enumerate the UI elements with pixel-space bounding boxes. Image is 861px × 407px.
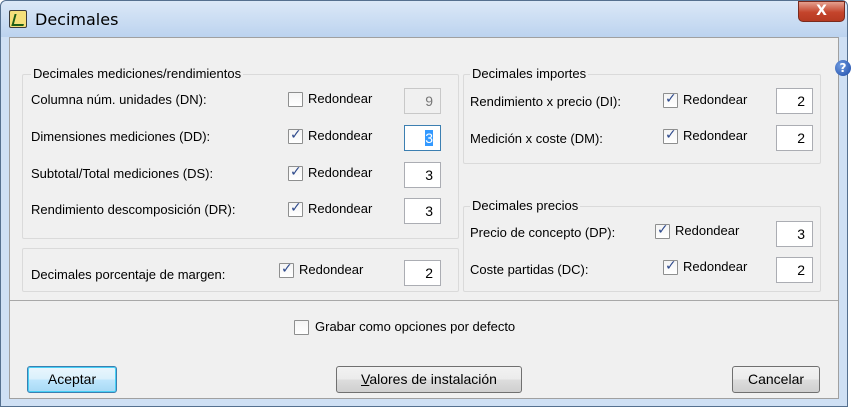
mediciones-group-title: Decimales mediciones/rendimientos: [31, 66, 244, 81]
footer-panel: Grabar como opciones por defecto Aceptar…: [10, 300, 838, 398]
di-round-label[interactable]: Redondear: [683, 92, 747, 107]
mediciones-group: Decimales mediciones/rendimientos Column…: [22, 66, 459, 239]
margen-round-checkbox[interactable]: [279, 261, 294, 278]
margen-round-label[interactable]: Redondear: [299, 262, 363, 277]
window-title: Decimales: [35, 10, 119, 29]
precios-group: Decimales precios Precio de concepto (DP…: [463, 198, 821, 292]
margen-label: Decimales porcentaje de margen:: [31, 267, 226, 282]
precios-group-title: Decimales precios: [470, 198, 581, 213]
help-icon[interactable]: ?: [835, 60, 851, 76]
dd-label: Dimensiones mediciones (DD):: [31, 129, 211, 144]
dn-decimals-input[interactable]: 9: [404, 88, 441, 114]
dialog-window: Decimales X Decimales mediciones/rendimi…: [0, 0, 848, 407]
dd-round-checkbox[interactable]: [288, 127, 303, 144]
cancel-button[interactable]: Cancelar: [732, 366, 820, 393]
dp-decimals-input[interactable]: 3: [776, 221, 813, 247]
dc-label: Coste partidas (DC):: [470, 262, 589, 277]
dd-round-label[interactable]: Redondear: [308, 128, 372, 143]
dd-decimals-input[interactable]: 3: [404, 125, 441, 151]
dr-label: Rendimiento descomposición (DR):: [31, 202, 236, 217]
ds-round-checkbox[interactable]: [288, 164, 303, 181]
margen-group: Decimales porcentaje de margen: Redondea…: [22, 248, 459, 292]
dr-round-checkbox[interactable]: [288, 200, 303, 217]
ds-round-label[interactable]: Redondear: [308, 165, 372, 180]
install-values-button[interactable]: Valores de instalación: [336, 366, 522, 393]
install-values-label: alores de instalación: [369, 371, 497, 387]
dn-round-checkbox[interactable]: [288, 92, 303, 107]
di-label: Rendimiento x precio (DI):: [470, 94, 621, 109]
dn-round-label[interactable]: Redondear: [308, 91, 372, 106]
ds-decimals-input[interactable]: 3: [404, 162, 441, 188]
dm-round-checkbox[interactable]: [663, 127, 678, 144]
dm-round-label[interactable]: Redondear: [683, 128, 747, 143]
dp-label: Precio de concepto (DP):: [470, 225, 616, 240]
margen-decimals-input[interactable]: 2: [404, 260, 441, 286]
dm-label: Medición x coste (DM):: [470, 131, 603, 146]
dd-decimals-value: 3: [425, 130, 433, 146]
di-round-checkbox[interactable]: [663, 91, 678, 108]
dc-decimals-input[interactable]: 2: [776, 257, 813, 283]
importes-group: Decimales importes Rendimiento x precio …: [463, 66, 821, 164]
dp-round-checkbox[interactable]: [655, 222, 670, 239]
title-bar[interactable]: Decimales X: [1, 1, 847, 37]
dialog-body: Decimales mediciones/rendimientos Column…: [9, 37, 839, 399]
dm-decimals-input[interactable]: 2: [776, 125, 813, 151]
dr-round-label[interactable]: Redondear: [308, 201, 372, 216]
ds-label: Subtotal/Total mediciones (DS):: [31, 166, 214, 181]
dr-decimals-input[interactable]: 3: [404, 198, 441, 224]
save-defaults-label[interactable]: Grabar como opciones por defecto: [315, 319, 515, 334]
dp-round-label[interactable]: Redondear: [675, 223, 739, 238]
accept-button[interactable]: Aceptar: [27, 366, 117, 393]
options-panel: Decimales mediciones/rendimientos Column…: [10, 38, 838, 300]
importes-group-title: Decimales importes: [470, 66, 589, 81]
dn-label: Columna núm. unidades (DN):: [31, 92, 207, 107]
app-logo-icon: [9, 10, 27, 28]
dc-round-label[interactable]: Redondear: [683, 259, 747, 274]
di-decimals-input[interactable]: 2: [776, 88, 813, 114]
save-defaults-checkbox[interactable]: [294, 320, 309, 335]
close-button[interactable]: X: [798, 1, 845, 22]
dc-round-checkbox[interactable]: [663, 258, 678, 275]
